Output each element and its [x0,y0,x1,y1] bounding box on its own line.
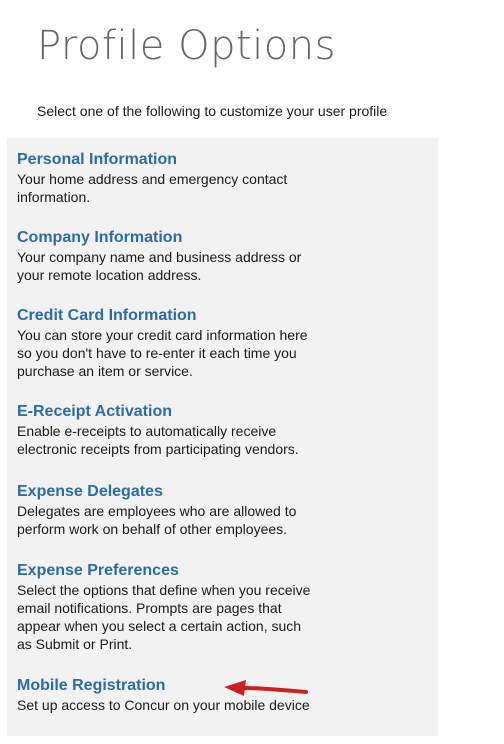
option-credit-card-information: Credit Card Information You can store yo… [17,306,437,380]
option-expense-delegates: Expense Delegates Delegates are employee… [17,482,437,538]
option-personal-information: Personal Information Your home address a… [17,150,437,206]
mobile-registration-description: Set up access to Concur on your mobile d… [17,697,310,713]
personal-information-description: Your home address and emergency contact … [17,171,288,205]
e-receipt-activation-description: Enable e-receipts to automatically recei… [17,423,299,457]
page-title: Profile Options [37,23,336,69]
credit-card-information-link[interactable]: Credit Card Information [17,306,437,326]
page-subtitle: Select one of the following to customize… [37,103,388,119]
e-receipt-activation-link[interactable]: E-Receipt Activation [17,402,437,422]
option-company-information: Company Information Your company name an… [17,228,437,284]
company-information-description: Your company name and business address o… [17,249,302,283]
option-e-receipt-activation: E-Receipt Activation Enable e-receipts t… [17,402,437,458]
credit-card-information-description: You can store your credit card informati… [17,327,308,379]
company-information-link[interactable]: Company Information [17,228,437,248]
page-header: Profile Options Select one of the follow… [0,0,504,128]
expense-preferences-description: Select the options that define when you … [17,582,311,652]
expense-delegates-description: Delegates are employees who are allowed … [17,503,297,537]
personal-information-link[interactable]: Personal Information [17,150,437,170]
profile-options-list: Personal Information Your home address a… [7,138,438,736]
expense-preferences-link[interactable]: Expense Preferences [17,561,437,581]
red-arrow-left-icon [224,680,308,696]
option-expense-preferences: Expense Preferences Select the options t… [17,561,437,653]
expense-delegates-link[interactable]: Expense Delegates [17,482,437,502]
